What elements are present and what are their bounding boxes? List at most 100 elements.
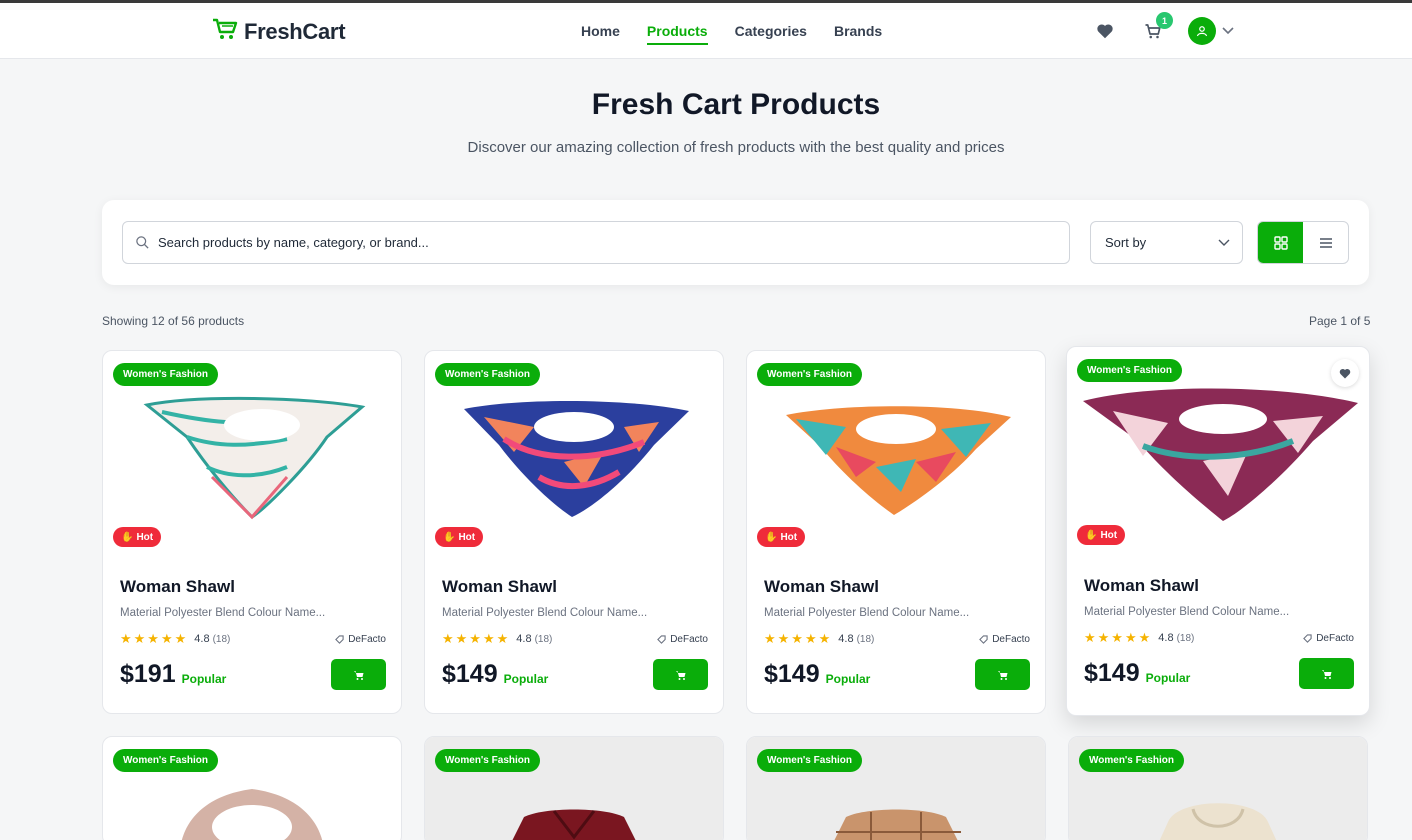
hot-badge: ✋ Hot xyxy=(435,527,484,547)
category-badge: Women's Fashion xyxy=(435,749,540,772)
price-row: $191 Popular xyxy=(120,659,386,690)
product-description: Material Polyester Blend Colour Name... xyxy=(120,607,326,619)
nav-home[interactable]: Home xyxy=(581,23,620,45)
popular-label: Popular xyxy=(181,671,227,686)
price-row: $149 Popular xyxy=(764,659,1030,690)
rating-row: ★★★★★ 4.8 (18) DeFacto xyxy=(764,631,1030,647)
brand-name: DeFacto xyxy=(670,633,708,645)
product-description: Material Polyester Blend Colour Name... xyxy=(442,607,648,619)
cart-button[interactable]: 1 xyxy=(1142,12,1173,42)
nav-brands[interactable]: Brands xyxy=(834,23,882,45)
cart-count-badge: 1 xyxy=(1156,12,1173,29)
rating-value: 4.8 xyxy=(194,633,210,645)
grid-icon xyxy=(1273,235,1288,250)
hand-icon: ✋ xyxy=(121,531,134,543)
nav-categories[interactable]: Categories xyxy=(735,23,807,45)
add-to-wishlist-button[interactable] xyxy=(1331,359,1359,387)
product-card[interactable]: Women's Fashion xyxy=(1068,736,1368,840)
page-indicator: Page 1 of 5 xyxy=(1309,314,1371,328)
star-rating-icon: ★★★★★ xyxy=(442,631,511,646)
product-description: Material Polyester Blend Colour Name... xyxy=(1084,606,1290,618)
product-title[interactable]: Woman Shawl xyxy=(1084,576,1354,596)
chevron-down-icon xyxy=(1222,27,1234,35)
category-badge: Women's Fashion xyxy=(435,363,540,386)
product-card[interactable]: Women's Fashion ✋ Hot Woman Shawl Materia… xyxy=(746,350,1046,714)
list-view-button[interactable] xyxy=(1303,222,1348,263)
rating-row: ★★★★★ 4.8 (18) DeFacto xyxy=(120,631,386,647)
product-description: Material Polyester Blend Colour Name... xyxy=(764,607,970,619)
add-to-cart-button[interactable] xyxy=(975,659,1030,690)
chevron-down-icon xyxy=(1218,239,1230,246)
product-card[interactable]: Women's Fashion ✋ Hot Woman Shawl Materia… xyxy=(1066,346,1370,716)
hot-badge: ✋ Hot xyxy=(113,527,162,547)
logo-text: FreshCart xyxy=(244,18,346,44)
hand-icon: ✋ xyxy=(1085,529,1098,541)
popular-label: Popular xyxy=(503,671,549,686)
nav-products[interactable]: Products xyxy=(646,23,708,45)
brand-label: DeFacto xyxy=(657,634,708,645)
product-card[interactable]: Women's Fashion ✋ Hot Woman Shawl Materia… xyxy=(424,350,724,714)
search-input[interactable] xyxy=(158,235,1038,250)
results-count: Showing 12 of 56 products xyxy=(102,314,245,328)
list-icon xyxy=(1319,237,1332,248)
main-nav: Home Products Categories Brands xyxy=(581,23,882,45)
cart-icon xyxy=(997,670,1007,680)
add-to-cart-button[interactable] xyxy=(331,659,386,690)
product-title[interactable]: Woman Shawl xyxy=(120,577,386,597)
filter-panel: Sort by xyxy=(102,200,1369,285)
star-rating-icon: ★★★★★ xyxy=(764,631,833,646)
category-badge: Women's Fashion xyxy=(1077,359,1182,382)
hot-badge-label: Hot xyxy=(458,531,476,543)
rating-value: 4.8 xyxy=(516,633,532,645)
user-menu-toggle[interactable] xyxy=(1222,27,1234,35)
product-card[interactable]: Women's Fashion xyxy=(746,736,1046,840)
wishlist-button[interactable] xyxy=(1094,20,1116,42)
cart-icon xyxy=(1321,669,1331,679)
cart-icon xyxy=(353,670,363,680)
sort-select-label: Sort by xyxy=(1105,235,1147,250)
product-title[interactable]: Woman Shawl xyxy=(764,577,1030,597)
rating-value: 4.8 xyxy=(1158,632,1174,644)
category-badge: Women's Fashion xyxy=(757,749,862,772)
page-subtitle: Discover our amazing collection of fresh… xyxy=(467,139,1005,156)
tag-icon xyxy=(335,634,344,644)
search-box xyxy=(122,221,1070,264)
view-toggle xyxy=(1257,221,1349,264)
user-icon xyxy=(1196,26,1208,37)
star-rating-icon: ★★★★★ xyxy=(120,631,189,646)
add-to-cart-button[interactable] xyxy=(653,659,708,690)
hot-badge-label: Hot xyxy=(136,531,154,543)
logo[interactable]: FreshCart xyxy=(212,17,346,46)
grid-view-button[interactable] xyxy=(1258,222,1303,263)
user-avatar-button[interactable] xyxy=(1188,17,1216,45)
hot-badge-label: Hot xyxy=(780,531,798,543)
category-badge: Women's Fashion xyxy=(1079,749,1184,772)
product-card[interactable]: Women's Fashion xyxy=(424,736,724,840)
rating-row: ★★★★★ 4.8 (18) DeFacto xyxy=(1084,630,1354,646)
review-count: (18) xyxy=(212,633,231,645)
star-rating-icon: ★★★★★ xyxy=(1084,630,1153,645)
sort-select[interactable]: Sort by xyxy=(1090,221,1243,264)
hand-icon: ✋ xyxy=(765,531,778,543)
heart-icon xyxy=(1097,24,1113,39)
product-price: $191 xyxy=(120,660,176,688)
page-title: Fresh Cart Products xyxy=(591,88,881,121)
product-card[interactable]: Women's Fashion ✋ Hot Woman Shawl Materia… xyxy=(102,350,402,714)
heart-icon xyxy=(1339,368,1351,378)
price-row: $149 Popular xyxy=(1084,658,1354,689)
tag-icon xyxy=(1303,633,1312,643)
product-price: $149 xyxy=(442,660,498,688)
product-info: Woman Shawl Material Polyester Blend Col… xyxy=(1084,576,1354,689)
product-price: $149 xyxy=(764,660,820,688)
product-card[interactable]: Women's Fashion xyxy=(102,736,402,840)
tag-icon xyxy=(657,634,666,644)
cart-icon xyxy=(675,670,685,680)
tag-icon xyxy=(979,634,988,644)
cart-logo-icon xyxy=(212,17,238,46)
add-to-cart-button[interactable] xyxy=(1299,658,1354,689)
rating-value: 4.8 xyxy=(838,633,854,645)
brand-name: DeFacto xyxy=(1316,632,1354,644)
product-title[interactable]: Woman Shawl xyxy=(442,577,708,597)
price-row: $149 Popular xyxy=(442,659,708,690)
brand-name: DeFacto xyxy=(992,633,1030,645)
